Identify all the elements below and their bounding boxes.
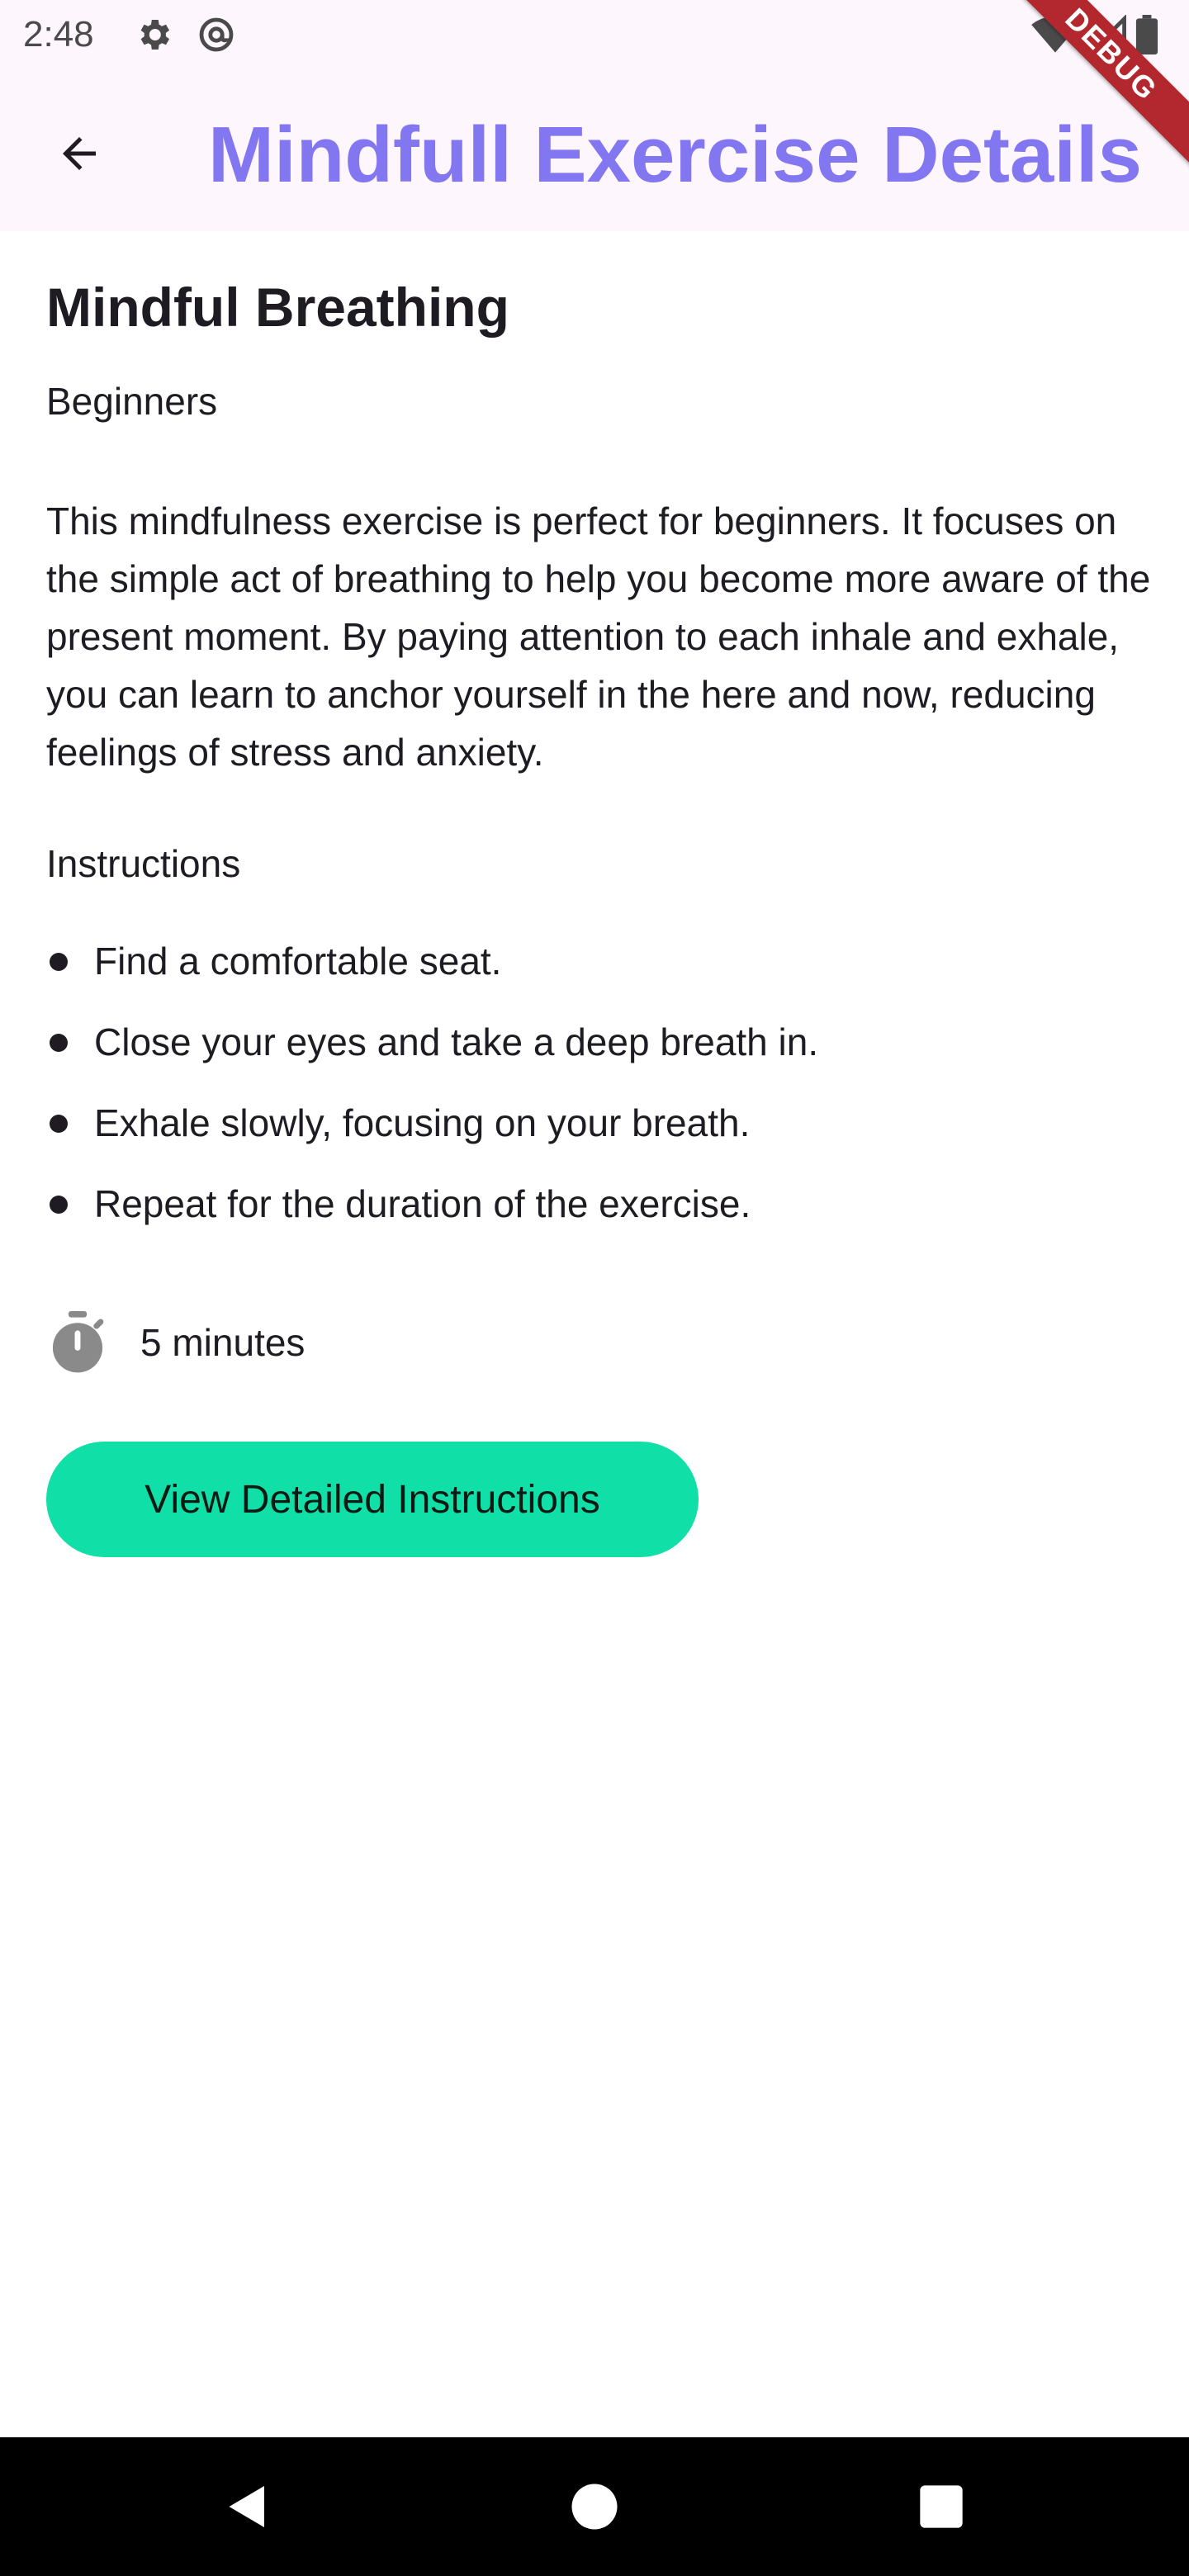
instructions-heading: Instructions [46, 842, 241, 885]
nav-recents-button[interactable] [908, 2474, 974, 2540]
exercise-level: Beginners [46, 380, 218, 423]
home-circle-icon [571, 2484, 618, 2530]
status-time: 2:48 [23, 14, 94, 54]
list-item: Find a comfortable seat. [46, 936, 818, 1017]
status-bar: 2:48 [0, 0, 1189, 69]
app-bar: Mindfull Exercise Details [0, 69, 1189, 231]
bullet-icon [50, 1196, 68, 1214]
instructions-list: Find a comfortable seat. Close your eyes… [46, 936, 818, 1260]
navigation-bar [0, 2437, 1189, 2576]
page-title: Mindfull Exercise Details [208, 111, 1143, 199]
recents-square-icon [920, 2485, 963, 2528]
list-item: Close your eyes and take a deep breath i… [46, 1017, 818, 1098]
view-detailed-instructions-button[interactable]: View Detailed Instructions [46, 1442, 699, 1557]
settings-icon [140, 20, 169, 50]
back-triangle-icon [229, 2486, 264, 2527]
list-item: Repeat for the duration of the exercise. [46, 1179, 818, 1260]
bullet-icon [50, 953, 68, 971]
duration-row: 5 minutes [46, 1309, 305, 1376]
back-button[interactable] [40, 114, 119, 193]
nav-back-button[interactable] [215, 2474, 281, 2540]
at-sign-icon [199, 17, 234, 52]
bullet-icon [50, 1115, 68, 1133]
arrow-back-icon [63, 137, 96, 170]
step-text: Exhale slowly, focusing on your breath. [94, 1101, 751, 1144]
step-text: Close your eyes and take a deep breath i… [94, 1020, 819, 1063]
step-text: Repeat for the duration of the exercise. [94, 1182, 751, 1225]
bullet-icon [50, 1034, 68, 1052]
duration-text: 5 minutes [140, 1321, 306, 1364]
screen: 2:48 Mindfull Exercise Details DEBUG Min… [0, 0, 1189, 2576]
exercise-description: This mindfulness exercise is perfect for… [46, 500, 1151, 774]
timer-icon [52, 1311, 104, 1373]
battery-icon [1135, 15, 1158, 54]
exercise-title: Mindful Breathing [46, 277, 509, 338]
list-item: Exhale slowly, focusing on your breath. [46, 1098, 818, 1179]
step-text: Find a comfortable seat. [94, 940, 502, 983]
nav-home-button[interactable] [561, 2474, 628, 2540]
